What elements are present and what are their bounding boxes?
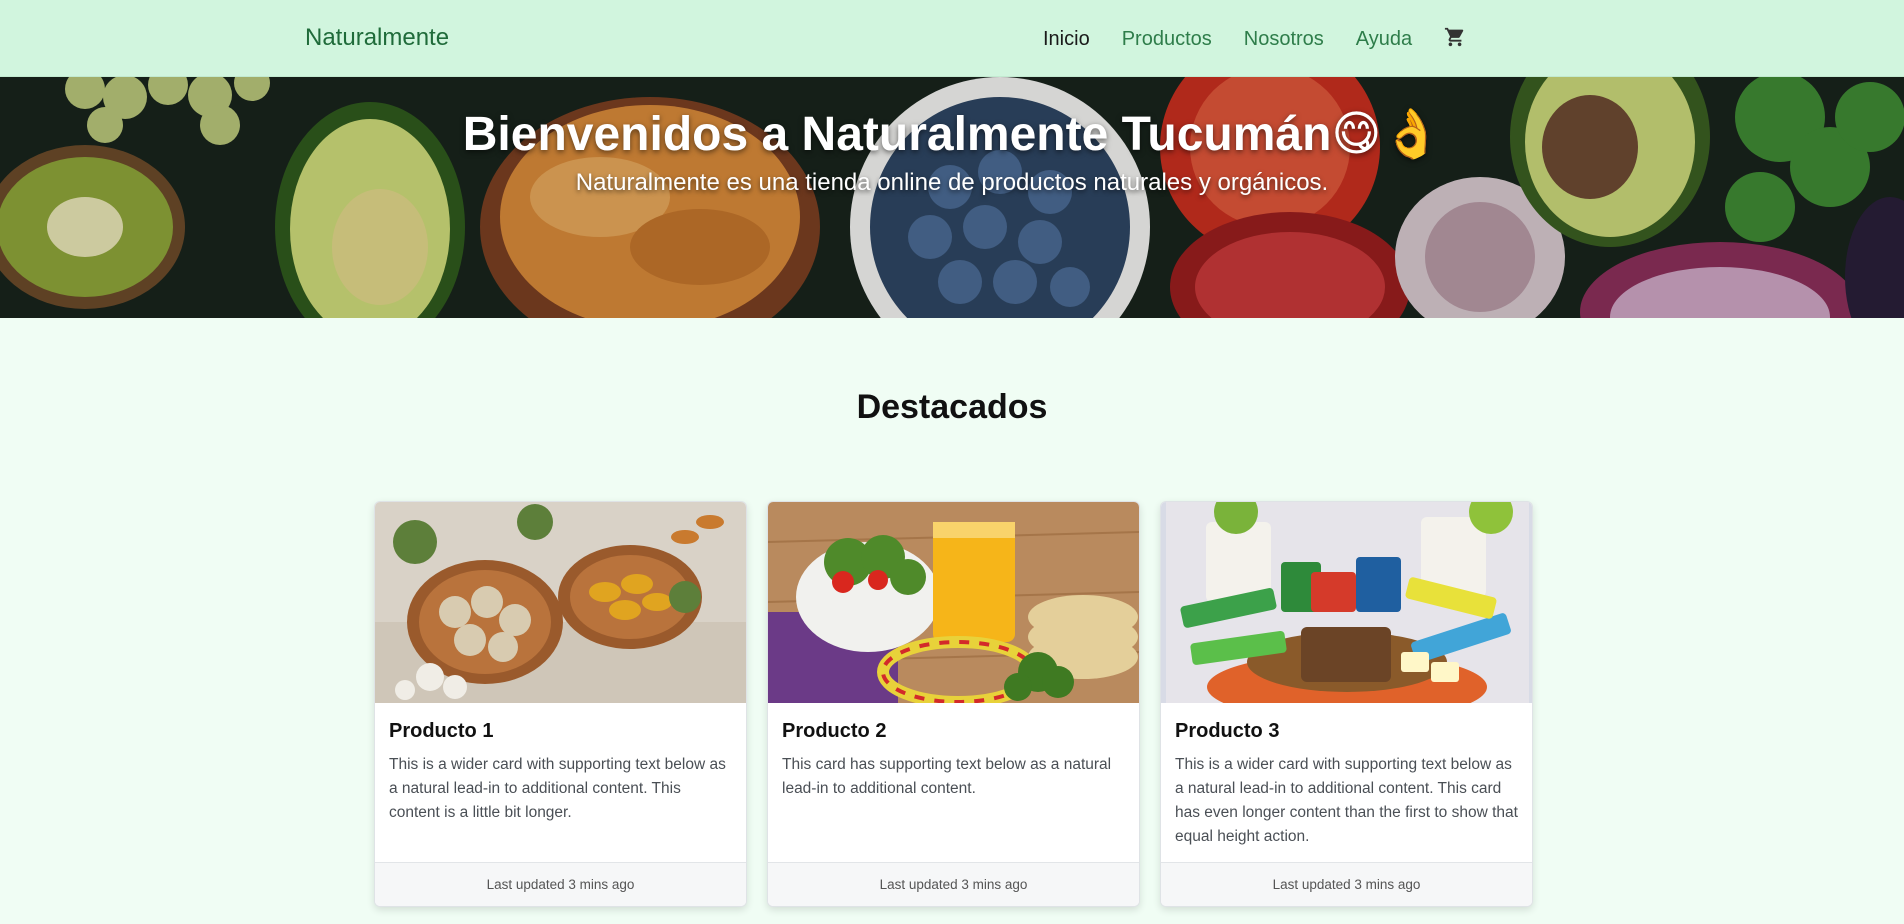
nav-link-inicio[interactable]: Inicio [1043, 26, 1090, 52]
card-body: Producto 2 This card has supporting text… [782, 720, 1125, 801]
hero-title: Bienvenidos a Naturalmente Tucumán😋👌 [462, 108, 1442, 161]
card-footer: Last updated 3 mins ago [1161, 862, 1532, 906]
product-card-3[interactable]: Producto 3 This is a wider card with sup… [1160, 501, 1533, 907]
product-card-2[interactable]: Producto 2 This card has supporting text… [767, 501, 1140, 907]
hero-subtitle: Naturalmente es una tienda online de pro… [575, 169, 1329, 196]
card-text: This is a wider card with supporting tex… [389, 756, 726, 821]
card-body: Producto 1 This is a wider card with sup… [389, 720, 732, 825]
card-footer: Last updated 3 mins ago [768, 862, 1139, 906]
featured-heading: Destacados [856, 388, 1048, 426]
brand-link[interactable]: Naturalmente [305, 24, 449, 52]
card-body: Producto 3 This is a wider card with sup… [1175, 720, 1518, 849]
product-card-1[interactable]: Producto 1 This is a wider card with sup… [374, 501, 747, 907]
nav-link-nosotros[interactable]: Nosotros [1244, 26, 1324, 52]
nav-link-ayuda[interactable]: Ayuda [1356, 26, 1412, 52]
card-text: This is a wider card with supporting tex… [1175, 756, 1518, 845]
cart-icon[interactable] [1444, 26, 1466, 48]
product-1-image [375, 502, 746, 703]
card-title: Producto 3 [1175, 720, 1280, 742]
card-footer: Last updated 3 mins ago [375, 862, 746, 906]
card-title: Producto 2 [782, 720, 887, 742]
nav-link-productos[interactable]: Productos [1122, 26, 1212, 52]
product-3-image [1161, 502, 1532, 703]
hero-banner: Bienvenidos a Naturalmente Tucumán😋👌 Nat… [0, 77, 1904, 318]
product-2-image [768, 502, 1139, 703]
nav-links: Inicio Productos Nosotros Ayuda [1043, 26, 1466, 52]
card-title: Producto 1 [389, 720, 494, 742]
navbar: Naturalmente Inicio Productos Nosotros A… [0, 0, 1904, 77]
card-text: This card has supporting text below as a… [782, 756, 1112, 797]
